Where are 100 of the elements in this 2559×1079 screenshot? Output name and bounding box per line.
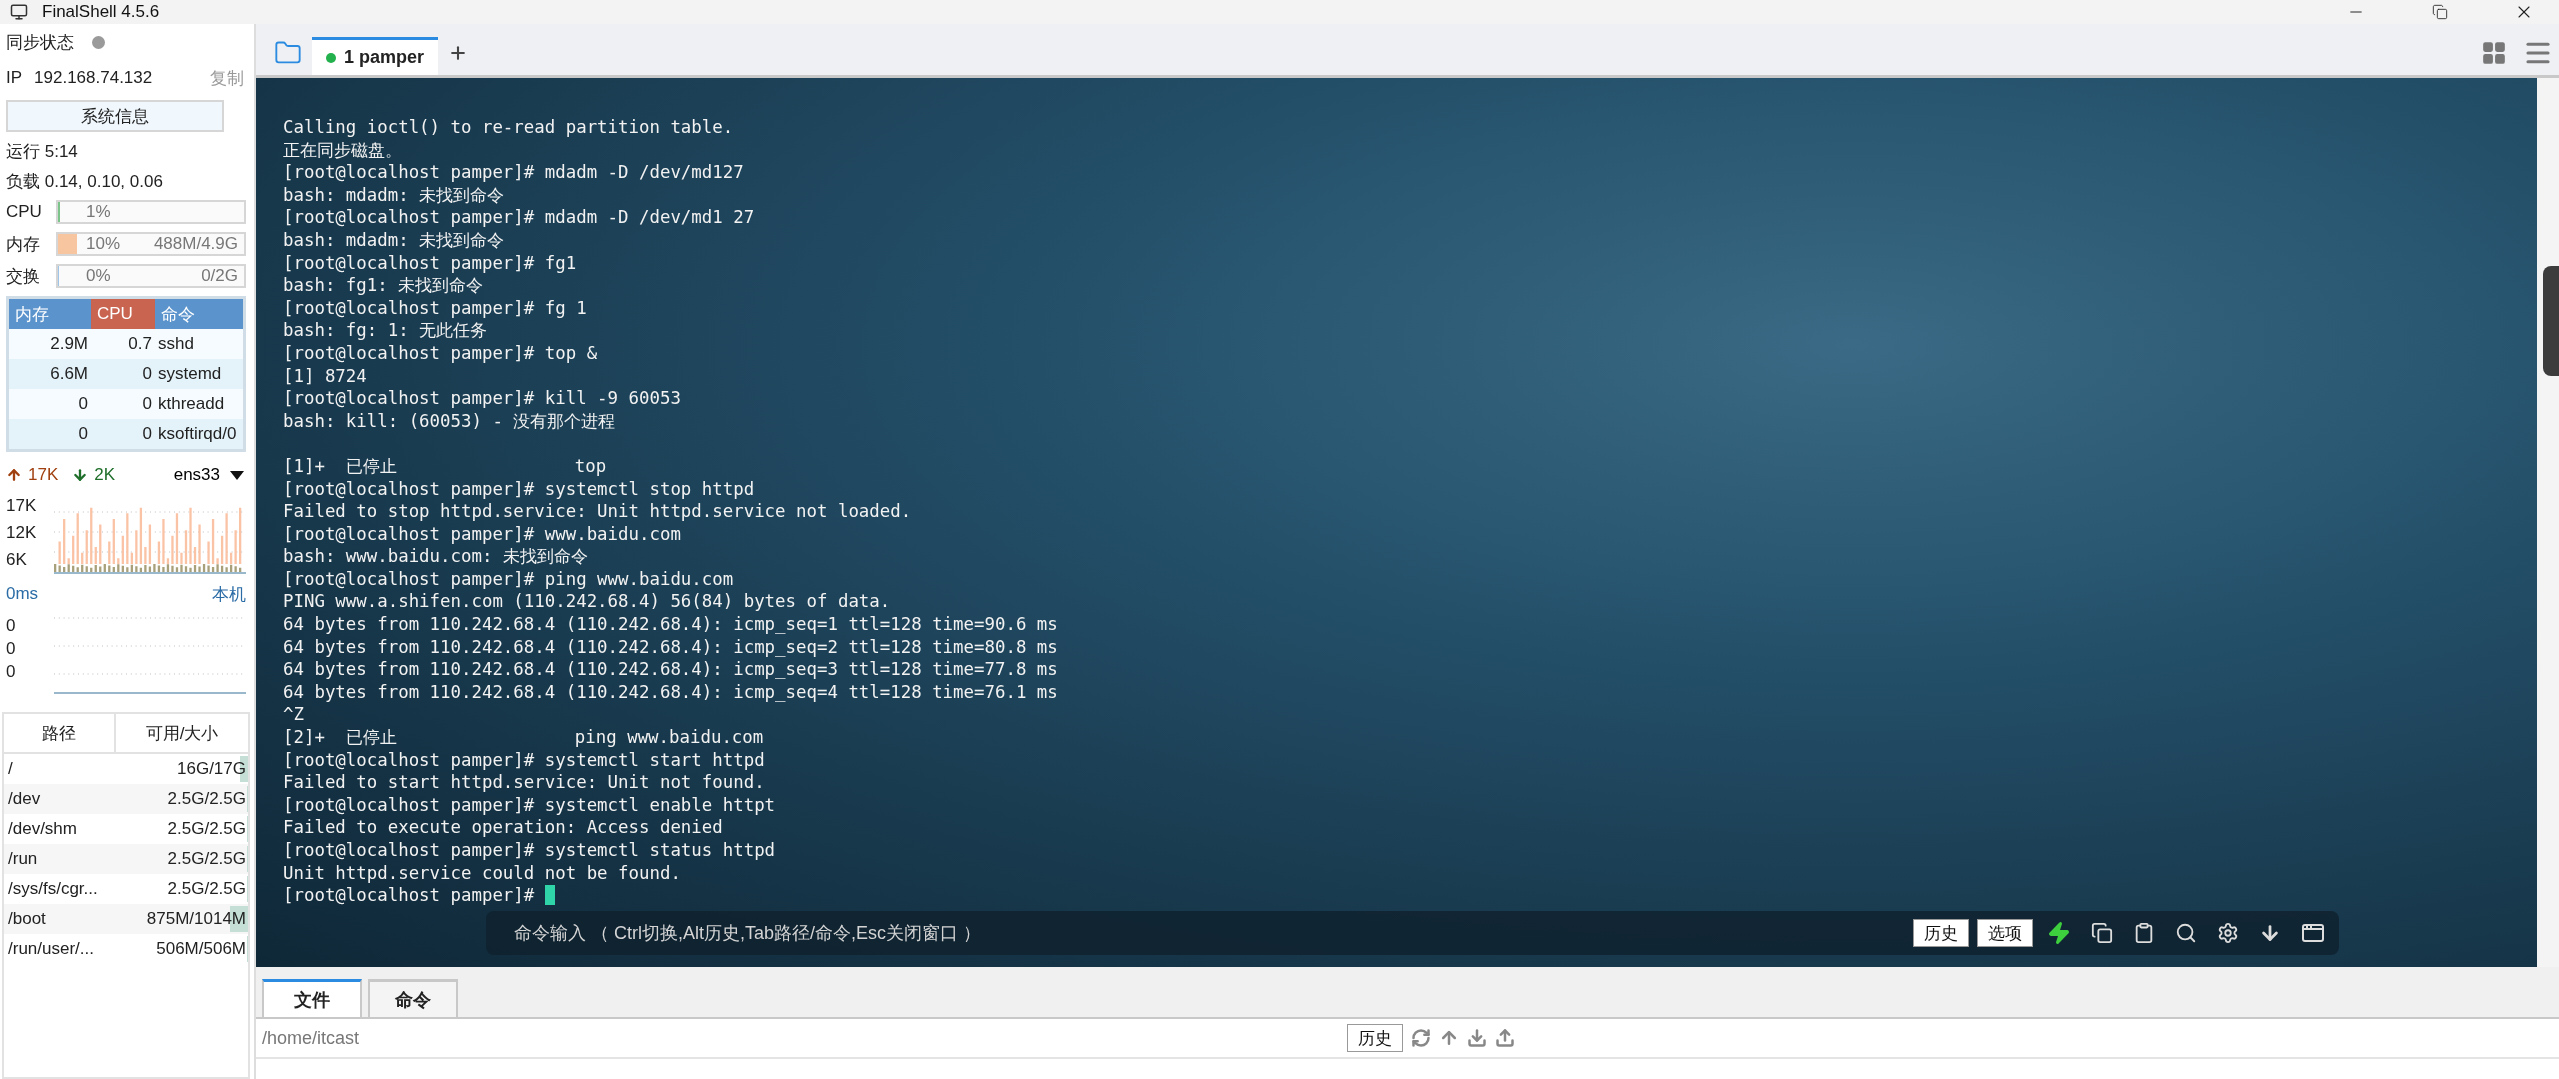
terminal-line: 正在同步磁盘。 [283,138,403,162]
terminal-line: Failed to start httpd.service: Unit not found. [283,771,766,794]
table-cell-text: 0 [141,423,153,445]
meter-label: CPU [6,202,43,222]
history-button[interactable]: 历史 [1347,1024,1403,1052]
path-field[interactable]: /home/itcast [256,1026,1084,1050]
column-header[interactable]: CPU [91,299,155,329]
axis-label: 0 [6,615,17,636]
app-icon [10,3,28,21]
terminal-line: [root@localhost pamper]# mdadm -D /dev/md127 [283,161,745,184]
table-cell-text: 0 [141,363,153,385]
table-cell: 2.5G/2.5G [116,814,248,844]
table-cell-text: /boot [7,908,47,930]
terminal-line: [root@localhost pamper]# [283,884,2537,907]
terminal-line: bash: fg: 1: 无此任务 [283,319,489,342]
copy-icon[interactable] [2091,922,2113,944]
table-cell-text: /dev [7,788,42,810]
meter-detail: 0/2G [201,266,238,286]
table-cell-text: 0 [77,423,89,445]
settings-icon[interactable] [2217,922,2239,944]
axis-label: 0 [6,639,17,659]
axis-label: 12K [6,523,38,543]
table-cell-text: /run/user/... [7,938,95,960]
terminal-line: [1]+ 已停止 top [283,454,608,478]
axis-label: 6K [6,550,28,571]
meter-label: 交换 [6,265,41,288]
search-icon[interactable] [2175,922,2197,944]
meter-label: 内存 [6,233,41,256]
system-info-button[interactable]: 系统信息 [6,100,224,132]
table-cell-text: /sys/fs/cgr... [7,878,99,900]
side-handle[interactable] [2543,266,2559,376]
terminal-line: 64 bytes from 110.242.68.4 (110.242.68.4): icmp_seq=3 ttl=128 time=77.8 ms [283,658,1059,681]
window-icon[interactable] [2301,921,2325,945]
table-cell: 506M/506M [116,934,248,964]
download-rate: 2K [94,465,116,485]
panel-tab[interactable]: 文件 [262,979,362,1017]
window-title: FinalShell 4.5.6 [42,2,160,22]
terminal-line: 64 bytes from 110.242.68.4 (110.242.68.4): icmp_seq=2 ttl=128 time=80.8 ms [283,635,1059,659]
table-cell: 2.5G/2.5G [116,874,248,904]
terminal-line: [root@localhost pamper]# systemctl stop httpd [283,477,756,501]
ip-label: IP [6,68,23,88]
refresh-icon[interactable] [1411,1028,1431,1048]
terminal-line: [1] 8724 [283,364,368,388]
command-input[interactable]: 命令输入 （ Ctrl切换,Alt历史,Tab路径/命令,Esc关闭窗口 ） 历史 选项 [486,911,2339,955]
terminal-line: Failed to execute operation: Access denied [283,816,724,839]
bar-button[interactable]: 选项 [1977,919,2033,947]
terminal-line: [root@localhost pamper]# fg1 [283,251,578,275]
table-cell: 2.5G/2.5G [116,844,248,874]
terminal-line: PING www.a.shifen.com (110.242.68.4) 56(84) bytes of data. [283,590,892,614]
grid-view-icon[interactable] [2481,40,2507,66]
download-icon[interactable] [1467,1028,1487,1048]
session-tab[interactable]: 1 pamper [312,37,439,75]
terminal-line: [root@localhost pamper]# systemctl start httpd [283,748,766,772]
bar-button[interactable]: 历史 [1913,919,1969,947]
terminal-line: ^Z [283,703,305,727]
upload-arrow-icon [6,467,22,483]
terminal-line: [root@localhost pamper]# mdadm -D /dev/md1 27 [283,206,756,229]
terminal-line: 64 bytes from 110.242.68.4 (110.242.68.4): icmp_seq=1 ttl=128 time=90.6 ms [283,613,1059,636]
lightning-icon[interactable] [2047,921,2071,945]
latency-reading: 0ms [6,584,39,604]
meter-reading: 0% [86,266,111,286]
interface-dropdown[interactable]: ens33 [173,465,244,485]
clipboard-icon[interactable] [2133,922,2155,944]
meter-reading: 1% [86,202,111,222]
terminal-line: bash: mdadm: 未找到命令 [283,183,506,207]
table-cell: 2.5G/2.5G [116,784,248,814]
terminal-line: [root@localhost pamper]# top & [283,341,599,365]
column-header[interactable]: 路径 [4,714,116,752]
table-cell-text: 0 [141,393,153,415]
table-cell-text: systemd [157,363,223,385]
upload-rate: 17K [28,465,59,485]
caret-icon [230,470,244,480]
terminal-line: 64 bytes from 110.242.68.4 (110.242.68.4): icmp_seq=4 ttl=128 time=76.1 ms [283,680,1059,704]
terminal-line: Failed to stop httpd.service: Unit httpd.service not loaded. [283,500,913,523]
table-cell-text: 6.6M [49,363,89,385]
terminal-line: Unit httpd.service could not be found. [283,861,682,885]
terminal-line: bash: mdadm: 未找到命令 [283,228,506,252]
table-cell-text: 0 [77,393,89,415]
restore-icon[interactable] [2432,4,2448,20]
table-cell-text: 0.7 [127,333,153,355]
table-cell-text: /run [7,848,39,870]
meter-reading: 10% [86,234,121,254]
table-cell-text: /dev/shm [7,818,78,840]
table-cell-text: ksoftirqd/0 [157,423,238,445]
table-cell-text: 2.9M [49,333,89,355]
upload-icon[interactable] [1495,1028,1515,1048]
load-text: 负载 0.14, 0.10, 0.06 [6,170,163,193]
terminal-line: [root@localhost pamper]# fg 1 [283,296,588,320]
terminal-line: bash: fg1: 未找到命令 [283,274,485,297]
axis-label: 0 [6,662,17,683]
terminal-line: [root@localhost pamper]# systemctl status httpd [283,839,777,862]
terminal[interactable] [256,78,2559,967]
panel-tab[interactable]: 命令 [368,979,458,1017]
host-label: 本机 [212,583,246,606]
table-cell-text: sshd [157,333,195,355]
meter-detail: 488M/4.9G [153,234,238,254]
sync-status-label: 同步状态 [6,31,74,54]
column-header[interactable]: 可用/大小 [116,714,248,752]
terminal-line: [root@localhost pamper]# www.baidu.com [283,522,682,546]
terminal-line: Calling ioctl() to re-read partition table. [283,116,735,139]
